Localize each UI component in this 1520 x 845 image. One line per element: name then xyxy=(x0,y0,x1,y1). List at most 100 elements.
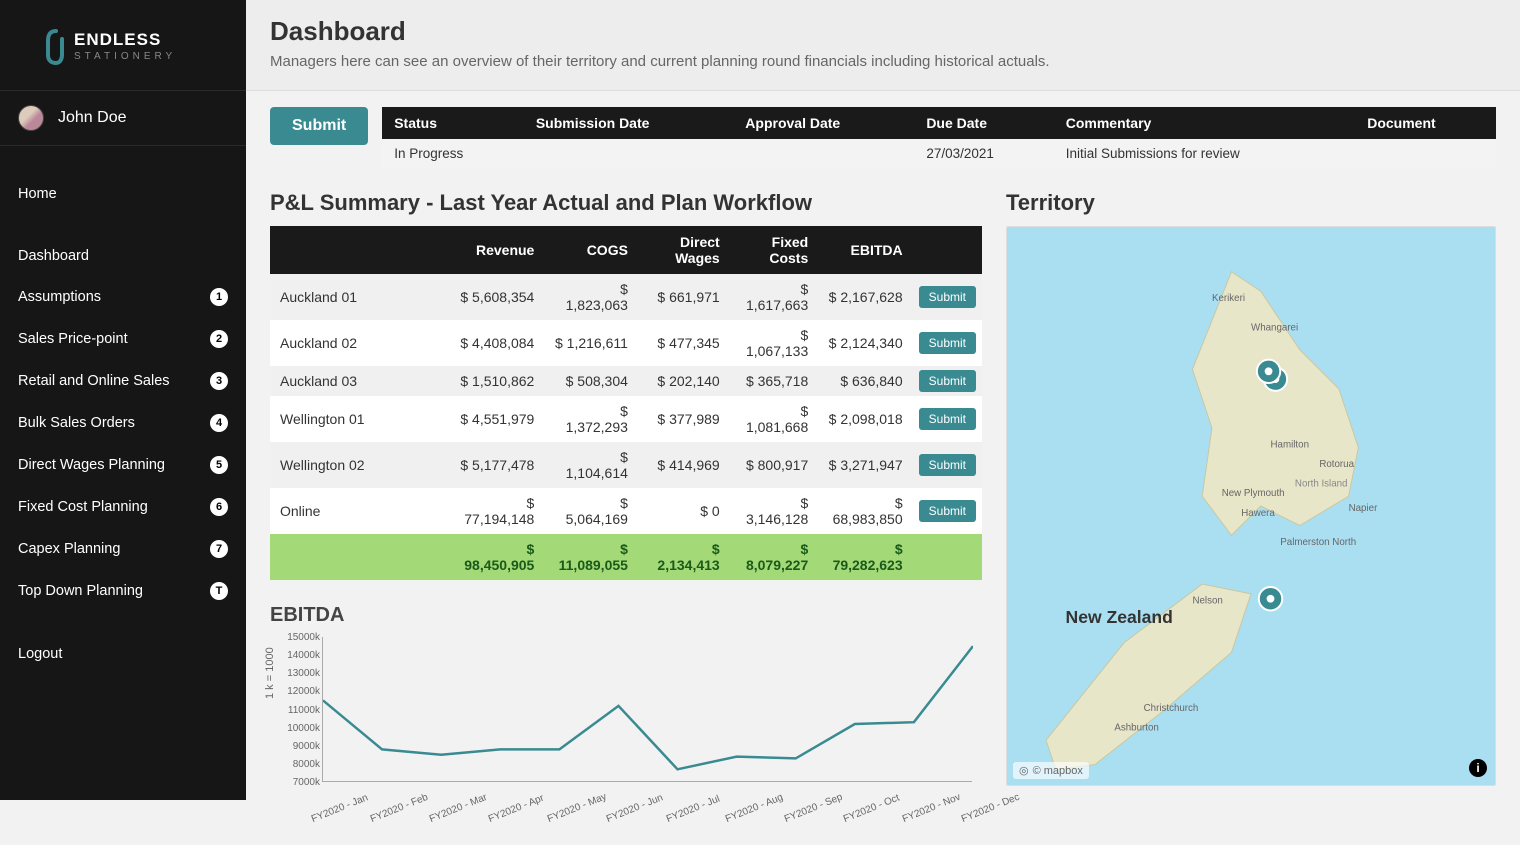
nav-item-sales-price-point[interactable]: Sales Price-point 2 xyxy=(0,318,246,360)
nav-item-retail-and-online-sales[interactable]: Retail and Online Sales3 xyxy=(0,360,246,402)
th-submission-date: Submission Date xyxy=(524,107,733,139)
pl-row: Auckland 02$ 4,408,084$ 1,216,611$ 477,3… xyxy=(270,320,982,366)
x-tick: FY2020 - Jul xyxy=(664,794,721,825)
pl-title: P&L Summary - Last Year Actual and Plan … xyxy=(270,190,982,216)
pl-row: Wellington 02$ 5,177,478$ 1,104,614$ 414… xyxy=(270,442,982,488)
svg-text:Nelson: Nelson xyxy=(1192,596,1222,607)
svg-text:Christchurch: Christchurch xyxy=(1144,703,1199,714)
nav-badge: T xyxy=(210,582,228,600)
pl-cell: $ 1,081,668 xyxy=(730,396,819,442)
pl-row: Auckland 03$ 1,510,862$ 508,304$ 202,140… xyxy=(270,366,982,396)
nav-item-label: Assumptions xyxy=(18,289,101,305)
brand-name-bottom: STATIONERY xyxy=(74,51,176,62)
pl-total-cell: $ 98,450,905 xyxy=(450,534,544,580)
user-name: John Doe xyxy=(58,109,127,127)
cell-commentary: Initial Submissions for review xyxy=(1054,139,1356,168)
svg-text:Ashburton: Ashburton xyxy=(1114,722,1158,733)
pl-cell: $ 636,840 xyxy=(818,366,912,396)
x-tick: FY2020 - Feb xyxy=(369,792,430,825)
nav-badge: 1 xyxy=(210,288,228,306)
ebitda-line xyxy=(323,646,973,769)
pl-cell: $ 661,971 xyxy=(638,274,730,320)
pl-cell: $ 414,969 xyxy=(638,442,730,488)
y-tick: 9000k xyxy=(278,741,320,752)
nav-badge: 2 xyxy=(210,330,228,348)
map-pin-wellington[interactable] xyxy=(1259,587,1282,610)
page-title: Dashboard xyxy=(270,16,1496,47)
cell-document xyxy=(1355,139,1496,168)
brand-name-top: ENDLESS xyxy=(74,30,161,49)
pl-row: Auckland 01$ 5,608,354$ 1,823,063$ 661,9… xyxy=(270,274,982,320)
pl-total-cell xyxy=(270,534,450,580)
svg-text:Palmerston North: Palmerston North xyxy=(1280,537,1356,548)
nav-item-assumptions[interactable]: Assumptions 1 xyxy=(0,276,246,318)
cell-status: In Progress xyxy=(382,139,524,168)
paperclip-icon xyxy=(48,31,62,63)
row-submit-button[interactable]: Submit xyxy=(919,454,976,476)
row-submit-button[interactable]: Submit xyxy=(919,286,976,308)
user-row[interactable]: John Doe xyxy=(0,90,246,146)
x-tick: FY2020 - Nov xyxy=(901,792,962,825)
pl-cell: $ 800,917 xyxy=(730,442,819,488)
x-tick: FY2020 - Mar xyxy=(428,792,489,825)
row-submit-button[interactable]: Submit xyxy=(919,408,976,430)
pl-cell: $ 477,345 xyxy=(638,320,730,366)
nav-item-label: Top Down Planning xyxy=(18,583,143,599)
pl-total-cell xyxy=(913,534,982,580)
nav: Home Dashboard Assumptions 1 Sales Price-po… xyxy=(0,174,246,674)
x-tick: FY2020 - Aug xyxy=(724,792,785,825)
ebitda-title: EBITDA xyxy=(270,604,982,627)
cell-approval-date xyxy=(733,139,914,168)
nav-item-bulk-sales-orders[interactable]: Bulk Sales Orders4 xyxy=(0,402,246,444)
nav-item-label: Fixed Cost Planning xyxy=(18,499,148,515)
svg-text:Hamilton: Hamilton xyxy=(1271,439,1309,450)
pl-cell: Online xyxy=(270,488,450,534)
svg-text:New Plymouth: New Plymouth xyxy=(1222,488,1285,499)
svg-text:Napier: Napier xyxy=(1349,503,1378,514)
th-commentary: Commentary xyxy=(1054,107,1356,139)
x-tick: FY2020 - Jan xyxy=(310,792,370,825)
pl-table: Revenue COGS Direct Wages Fixed Costs EB… xyxy=(270,226,982,580)
nav-logout[interactable]: Logout xyxy=(0,634,246,674)
nav-item-label: Sales Price-point xyxy=(18,331,128,347)
status-header-row: Status Submission Date Approval Date Due… xyxy=(382,107,1496,139)
nav-item-dashboard[interactable]: Dashboard xyxy=(0,236,246,276)
y-tick: 11000k xyxy=(278,705,320,716)
row-submit-button[interactable]: Submit xyxy=(919,332,976,354)
nav-item-fixed-cost-planning[interactable]: Fixed Cost Planning6 xyxy=(0,486,246,528)
pl-total-cell: $ 8,079,227 xyxy=(730,534,819,580)
svg-text:Kerikeri: Kerikeri xyxy=(1212,293,1245,304)
nav-home[interactable]: Home xyxy=(0,174,246,214)
map-label-nz: New Zealand xyxy=(1066,607,1173,627)
row-submit-button[interactable]: Submit xyxy=(919,500,976,522)
th-document: Document xyxy=(1355,107,1496,139)
y-tick: 13000k xyxy=(278,668,320,679)
nav-item-label: Direct Wages Planning xyxy=(18,457,165,473)
status-table: Status Submission Date Approval Date Due… xyxy=(382,107,1496,168)
map-info-button[interactable]: i xyxy=(1469,759,1487,777)
submit-button[interactable]: Submit xyxy=(270,107,368,145)
nav-item-top-down-planning[interactable]: Top Down Planning T xyxy=(0,570,246,612)
x-tick: FY2020 - Apr xyxy=(487,793,546,825)
nav-item-direct-wages-planning[interactable]: Direct Wages Planning5 xyxy=(0,444,246,486)
pl-cell: $ 4,408,084 xyxy=(450,320,544,366)
brand-logo: ENDLESS STATIONERY xyxy=(0,0,246,82)
row-submit-button[interactable]: Submit xyxy=(919,370,976,392)
pl-total-cell: $ 79,282,623 xyxy=(818,534,912,580)
map-pin-auckland-2[interactable] xyxy=(1257,360,1280,383)
nav-item-label: Capex Planning xyxy=(18,541,120,557)
nav-badge: 3 xyxy=(210,372,228,390)
pl-cell: $ 1,617,663 xyxy=(730,274,819,320)
pl-cell: $ 365,718 xyxy=(730,366,819,396)
pl-cell: $ 0 xyxy=(638,488,730,534)
nav-item-capex-planning[interactable]: Capex Planning7 xyxy=(0,528,246,570)
pl-cell: $ 3,146,128 xyxy=(730,488,819,534)
avatar xyxy=(18,105,44,131)
territory-map[interactable]: New Zealand Kerikeri Whangarei Hamilton … xyxy=(1006,226,1496,786)
x-tick: FY2020 - May xyxy=(546,791,608,825)
x-tick: FY2020 - Sep xyxy=(783,792,844,825)
svg-text:Rotorua: Rotorua xyxy=(1319,459,1354,470)
pl-total-cell: $ 11,089,055 xyxy=(544,534,638,580)
nav-item-label: Dashboard xyxy=(18,248,89,264)
pl-cell: $ 5,064,169 xyxy=(544,488,638,534)
